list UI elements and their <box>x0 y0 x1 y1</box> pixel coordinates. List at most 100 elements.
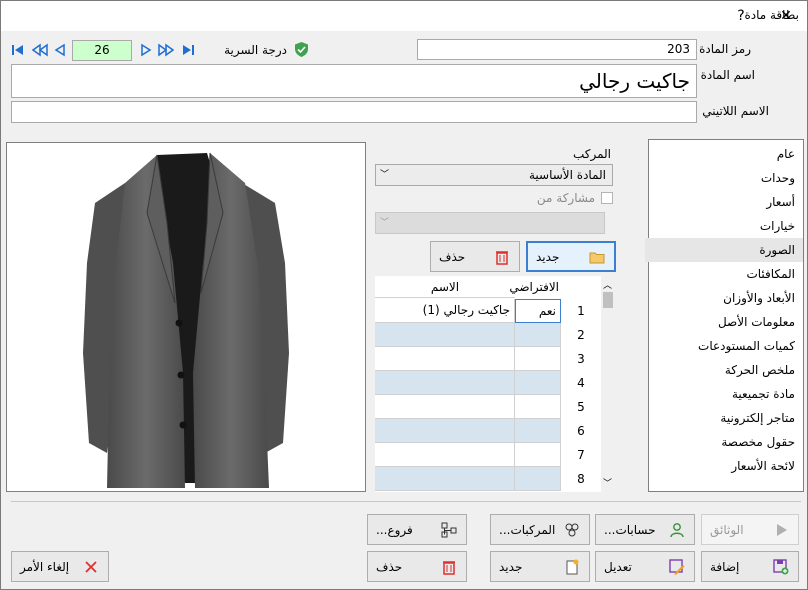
sidebar-item[interactable]: كميات المستودعات <box>645 334 803 358</box>
composites-button[interactable]: المركبات... <box>490 514 590 545</box>
sidebar-item[interactable]: حقول مخصصة <box>645 430 803 454</box>
default-cell[interactable] <box>515 371 561 395</box>
chevron-down-icon: ﹀ <box>380 218 390 228</box>
sidebar-item[interactable]: مادة تجميعية <box>645 382 803 406</box>
name-cell[interactable] <box>375 395 515 419</box>
name-cell[interactable] <box>375 371 515 395</box>
item-card-window: بطاقة مادة ? ✕ 26 درجة السرية 203 رمز ال… <box>0 0 808 590</box>
trash-icon <box>493 248 511 266</box>
jacket-image <box>83 152 289 488</box>
cluster-icon <box>563 521 581 539</box>
default-cell[interactable] <box>515 395 561 419</box>
security-level-label: درجة السرية <box>224 43 287 57</box>
close-button[interactable]: ✕ <box>771 5 801 27</box>
previous-record-icon[interactable] <box>53 43 67 57</box>
row-number: 2 <box>577 328 585 342</box>
shield-check-icon <box>293 41 311 59</box>
col-default-header[interactable]: الافتراضي <box>509 276 561 298</box>
next-record-icon[interactable] <box>139 43 153 57</box>
new-image-label: جديد <box>536 249 560 264</box>
default-cell[interactable]: نعم <box>515 299 561 323</box>
record-number-field[interactable]: 26 <box>72 40 132 61</box>
previous-page-icon[interactable] <box>32 43 48 57</box>
col-name-header[interactable]: الاسم <box>375 276 515 298</box>
sidebar-item[interactable]: معلومات الأصل <box>645 310 803 334</box>
sidebar-item[interactable]: ملخص الحركة <box>645 358 803 382</box>
sidebar: عام وحدات أسعار خيارات الصورة المكافئات الأبعا… <box>645 139 804 492</box>
composite-select[interactable]: المادة الأساسية ﹀ <box>375 164 613 186</box>
sidebar-item[interactable]: المكافئات <box>645 262 803 286</box>
default-cell[interactable] <box>515 323 561 347</box>
scroll-up-icon[interactable]: ︿ <box>603 278 612 291</box>
row-number: 7 <box>577 448 585 462</box>
cancel-button[interactable]: إلغاء الأمر <box>11 551 109 582</box>
play-icon <box>772 521 790 539</box>
scroll-down-icon[interactable]: ﹀ <box>603 476 612 489</box>
help-button[interactable]: ? <box>726 5 756 27</box>
share-select: ﹀ <box>375 212 605 234</box>
documents-button[interactable]: الوثائق <box>701 514 799 545</box>
row-number: 1 <box>577 304 585 318</box>
name-cell[interactable] <box>375 467 515 491</box>
sidebar-item[interactable]: لائحة الأسعار <box>645 454 803 478</box>
title-bar: بطاقة مادة ? ✕ <box>1 1 807 31</box>
latin-name-field[interactable] <box>11 101 697 123</box>
delete-image-label: حذف <box>439 249 466 264</box>
delete-button[interactable]: حذف <box>367 551 467 582</box>
edit-icon <box>668 558 686 576</box>
name-cell[interactable] <box>375 443 515 467</box>
new-document-icon <box>563 558 581 576</box>
row-number: 8 <box>577 472 585 486</box>
share-checkbox[interactable] <box>601 192 613 204</box>
edit-button[interactable]: تعديل <box>595 551 695 582</box>
default-cell[interactable] <box>515 419 561 443</box>
sidebar-item[interactable]: عام <box>645 142 803 166</box>
sidebar-item[interactable]: الصورة <box>645 238 803 262</box>
name-cell[interactable] <box>375 419 515 443</box>
row-number: 3 <box>577 352 585 366</box>
name-cell[interactable] <box>375 323 515 347</box>
item-code-field[interactable]: 203 <box>417 39 697 60</box>
name-cell[interactable] <box>375 347 515 371</box>
row-number: 5 <box>577 400 585 414</box>
branches-button[interactable]: فروع... <box>367 514 467 545</box>
new-image-button[interactable]: جديد <box>526 241 616 272</box>
composite-label: المركب <box>572 147 611 161</box>
image-grid[interactable]: الافتراضي الاسم 1 نعم جاكيت رجالي (1) 2 3 4 5 6… <box>375 276 615 492</box>
trash-icon <box>440 558 458 576</box>
save-add-icon <box>772 558 790 576</box>
sidebar-item[interactable]: وحدات <box>645 166 803 190</box>
add-button[interactable]: إضافة <box>701 551 799 582</box>
delete-image-button[interactable]: حذف <box>430 241 520 272</box>
composite-selected-value: المادة الأساسية <box>528 168 606 182</box>
name-cell[interactable]: جاكيت رجالي (1) <box>375 299 515 323</box>
new-button[interactable]: جديد <box>490 551 590 582</box>
row-number: 4 <box>577 376 585 390</box>
scroll-thumb[interactable] <box>603 292 613 308</box>
folder-icon <box>588 248 606 266</box>
item-name-field[interactable]: جاكيت رجالي <box>11 64 697 98</box>
item-name-label: اسم المادة <box>700 68 755 82</box>
row-number: 6 <box>577 424 585 438</box>
last-record-icon[interactable] <box>181 43 195 57</box>
grid-scrollbar[interactable]: ︿ ﹀ <box>601 276 615 492</box>
first-record-icon[interactable] <box>11 43 25 57</box>
default-cell[interactable] <box>515 347 561 371</box>
share-label: مشاركة من <box>536 191 595 205</box>
accounts-button[interactable]: حسابات... <box>595 514 695 545</box>
divider <box>11 501 801 502</box>
default-cell[interactable] <box>515 443 561 467</box>
latin-name-label: الاسم اللاتيني <box>702 104 769 118</box>
chevron-down-icon: ﹀ <box>380 170 390 180</box>
hierarchy-icon <box>440 521 458 539</box>
sidebar-item[interactable]: الأبعاد والأوزان <box>645 286 803 310</box>
sidebar-item[interactable]: أسعار <box>645 190 803 214</box>
close-icon <box>82 558 100 576</box>
next-page-icon[interactable] <box>158 43 174 57</box>
item-code-label: رمز المادة <box>699 42 751 56</box>
sidebar-item[interactable]: خيارات <box>645 214 803 238</box>
image-panel[interactable] <box>6 142 366 492</box>
sidebar-item[interactable]: متاجر إلكترونية <box>645 406 803 430</box>
user-icon <box>668 521 686 539</box>
default-cell[interactable] <box>515 467 561 491</box>
